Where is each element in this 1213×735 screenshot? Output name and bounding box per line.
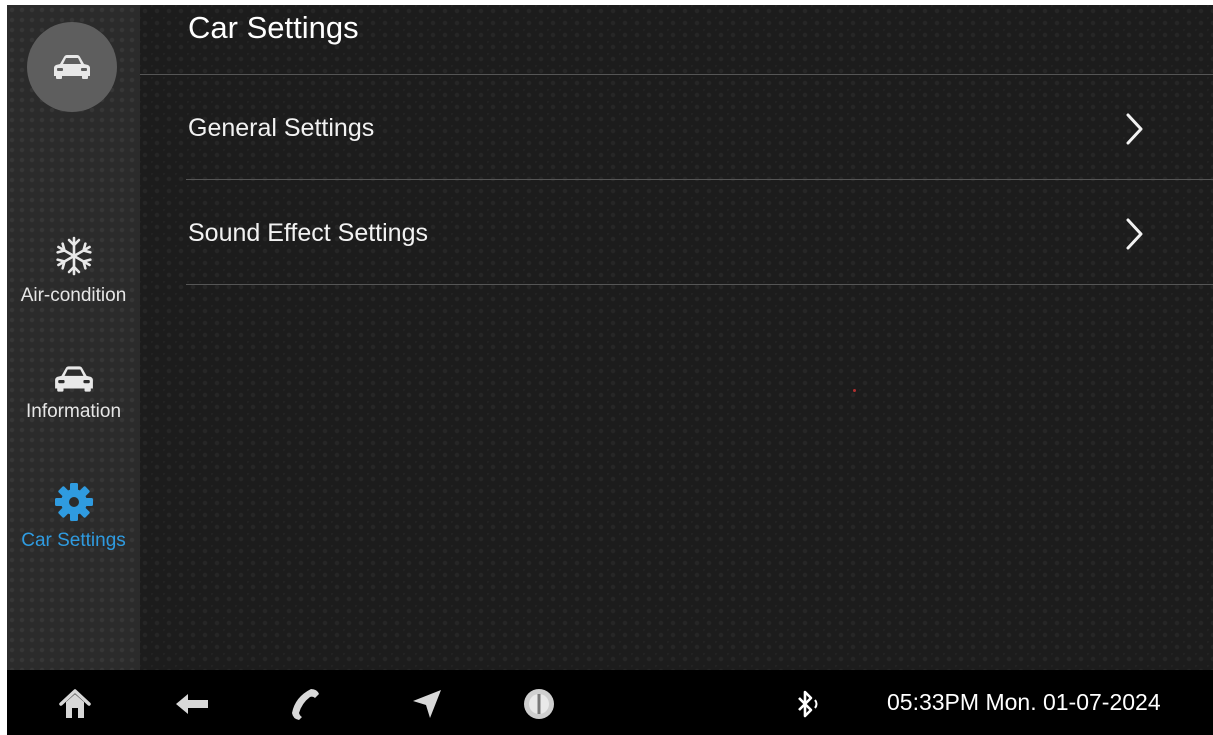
pixel-artifact bbox=[853, 389, 856, 392]
chevron-right-icon bbox=[1126, 113, 1143, 145]
menu-item-general-settings[interactable]: General Settings bbox=[186, 76, 1213, 180]
car-icon bbox=[54, 55, 90, 79]
sidebar: Air-condition Information Car Settings bbox=[7, 5, 140, 670]
datetime: 05:33PM Mon. 01-07-2024 bbox=[887, 689, 1161, 715]
bluetooth-icon bbox=[798, 690, 818, 718]
menu-item-sound-effect-settings[interactable]: Sound Effect Settings bbox=[186, 181, 1213, 285]
chevron-right-icon bbox=[1126, 218, 1143, 250]
menu-item-label: General Settings bbox=[188, 114, 375, 142]
sidebar-home-button[interactable] bbox=[27, 22, 117, 112]
media-button[interactable] bbox=[519, 684, 559, 724]
sidebar-item-car-settings[interactable]: Car Settings bbox=[7, 482, 140, 552]
car-icon bbox=[54, 366, 93, 392]
menu-item-label: Sound Effect Settings bbox=[188, 219, 428, 247]
home-icon bbox=[59, 689, 91, 718]
car-head-unit-screen: Air-condition Information Car Settings C… bbox=[7, 5, 1213, 735]
phone-button[interactable] bbox=[285, 684, 325, 724]
sidebar-item-label: Information bbox=[25, 401, 122, 422]
sidebar-item-air-condition[interactable]: Air-condition bbox=[7, 235, 140, 307]
phone-icon bbox=[292, 689, 319, 720]
snowflake-icon bbox=[55, 236, 92, 276]
navigation-icon bbox=[413, 690, 441, 718]
sidebar-item-information[interactable]: Information bbox=[7, 365, 140, 423]
home-button[interactable] bbox=[55, 684, 95, 724]
taskbar: 05:33PM Mon. 01-07-2024 bbox=[7, 670, 1213, 735]
media-icon bbox=[524, 689, 554, 719]
back-arrow-icon bbox=[176, 694, 208, 714]
gear-icon bbox=[54, 483, 93, 521]
divider bbox=[186, 179, 1213, 180]
divider bbox=[186, 284, 1213, 285]
back-button[interactable] bbox=[172, 684, 212, 724]
page-title: Car Settings bbox=[188, 10, 359, 45]
divider bbox=[140, 74, 1213, 75]
bluetooth-button[interactable] bbox=[789, 684, 829, 724]
navigation-button[interactable] bbox=[407, 684, 447, 724]
sidebar-item-label: Air-condition bbox=[20, 285, 127, 306]
main-content: Car Settings General Settings Sound Effe… bbox=[140, 5, 1213, 670]
sidebar-item-label: Car Settings bbox=[21, 530, 126, 551]
